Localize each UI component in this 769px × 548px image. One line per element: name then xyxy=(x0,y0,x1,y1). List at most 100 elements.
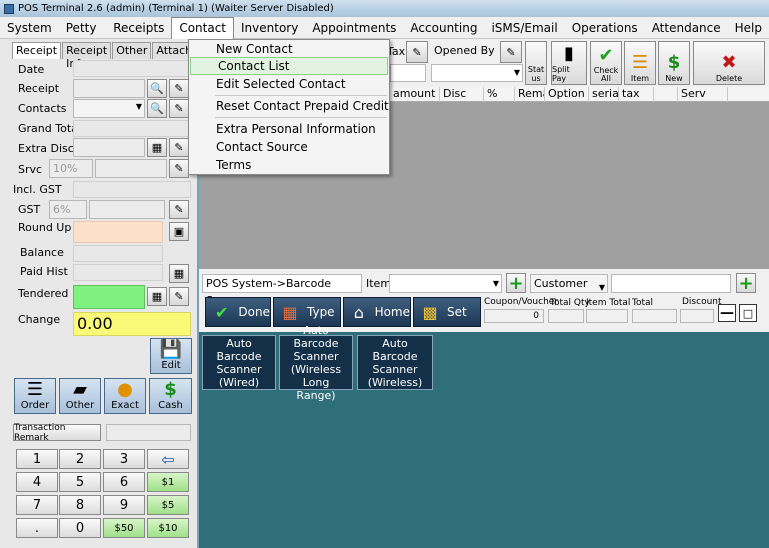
customer-field[interactable] xyxy=(611,274,731,293)
minimize-panel-button[interactable]: — xyxy=(718,304,736,322)
col-amount[interactable]: amount xyxy=(389,87,440,102)
home-button[interactable]: ⌂ Home xyxy=(343,297,411,327)
delete-button[interactable]: ✖ Delete xyxy=(693,41,765,85)
tax-field[interactable] xyxy=(390,64,426,82)
broom-icon: ✎ xyxy=(506,45,516,59)
broom-icon: ✎ xyxy=(174,102,184,115)
col-disc[interactable]: Disc xyxy=(440,87,484,102)
gst-percent-field[interactable]: 6% xyxy=(49,200,87,219)
menu-item-contact-list[interactable]: Contact List xyxy=(190,57,388,75)
cash-button[interactable]: $ Cash xyxy=(149,378,192,414)
tax-clear-button[interactable]: ✎ xyxy=(406,41,428,63)
transaction-remark-field[interactable] xyxy=(106,424,191,441)
keypad-dot[interactable]: . xyxy=(16,518,58,538)
tab-receipt[interactable]: Receipt xyxy=(12,42,62,59)
menu-item-new-contact[interactable]: New Contact xyxy=(189,40,389,58)
keypad-backspace[interactable]: ⇦ xyxy=(147,449,189,469)
keypad-4[interactable]: 4 xyxy=(16,472,58,492)
extra-disc-calc-button[interactable]: ▦ xyxy=(147,138,167,157)
contacts-clear-button[interactable]: ✎ xyxy=(169,99,189,118)
menu-inventory[interactable]: Inventory xyxy=(234,17,305,39)
add-item-button[interactable]: + xyxy=(506,273,526,294)
keypad-5-dollar[interactable]: $5 xyxy=(147,495,189,515)
round-up-field[interactable] xyxy=(73,221,163,243)
menu-attendance[interactable]: Attendance xyxy=(645,17,728,39)
done-button[interactable]: ✔ Done xyxy=(205,297,271,327)
col-percent[interactable]: % xyxy=(484,87,515,102)
extra-disc-clear-button[interactable]: ✎ xyxy=(169,138,189,157)
tendered-field[interactable] xyxy=(73,285,145,309)
col-blank[interactable] xyxy=(654,87,678,102)
extra-disc-field[interactable] xyxy=(73,138,145,157)
keypad-1[interactable]: 1 xyxy=(16,449,58,469)
maximize-panel-button[interactable]: □ xyxy=(739,304,757,322)
date-field[interactable] xyxy=(73,60,191,77)
gst-clear-button[interactable]: ✎ xyxy=(169,200,189,219)
col-tax[interactable]: tax xyxy=(619,87,654,102)
transaction-remark-button[interactable]: Transaction Remark xyxy=(13,423,101,443)
opened-by-select[interactable]: ▼ xyxy=(431,64,523,82)
receipt-field[interactable] xyxy=(73,79,145,98)
exact-button[interactable]: ● Exact xyxy=(104,378,146,414)
tendered-calc-button[interactable]: ▦ xyxy=(147,287,167,306)
keypad-6[interactable]: 6 xyxy=(103,472,145,492)
keypad-8[interactable]: 8 xyxy=(59,495,101,515)
keypad-0[interactable]: 0 xyxy=(59,518,101,538)
menu-petty-cash[interactable]: Petty Cash xyxy=(59,17,107,57)
col-serv[interactable]: Serv xyxy=(678,87,728,102)
order-button[interactable]: ☰ Order xyxy=(14,378,56,414)
item-button[interactable]: ☰ Item xyxy=(624,41,656,85)
set-button[interactable]: ▩ Set xyxy=(413,297,481,327)
col-remark[interactable]: Remark xyxy=(515,87,545,102)
check-all-button[interactable]: ✔ Check All xyxy=(590,41,622,85)
tab-receipt-info[interactable]: Receipt Info xyxy=(62,42,112,70)
menu-item-extra-personal-info[interactable]: Extra Personal Information xyxy=(189,120,389,138)
receipt-clear-button[interactable]: ✎ xyxy=(169,79,189,98)
item-select[interactable]: ▼ xyxy=(389,274,502,293)
customer-select[interactable]: Customer ▼ xyxy=(530,274,608,293)
menu-isms-email[interactable]: iSMS/Email xyxy=(484,17,564,39)
keypad-50-dollar[interactable]: $50 xyxy=(103,518,145,538)
receipt-search-button[interactable]: 🔍 xyxy=(147,79,167,98)
menu-appointments[interactable]: Appointments xyxy=(305,17,403,39)
keypad-5[interactable]: 5 xyxy=(59,472,101,492)
menu-separator xyxy=(215,117,387,118)
menu-item-contact-source[interactable]: Contact Source xyxy=(189,138,389,156)
keypad-7[interactable]: 7 xyxy=(16,495,58,515)
col-serial[interactable]: serial xyxy=(589,87,619,102)
col-option[interactable]: Option xyxy=(545,87,589,102)
paid-hist-button[interactable]: ▦ xyxy=(169,264,189,283)
edit-button[interactable]: 💾 Edit xyxy=(150,338,192,374)
add-customer-button[interactable]: + xyxy=(736,273,756,294)
keypad-1-dollar[interactable]: $1 xyxy=(147,472,189,492)
contacts-select[interactable]: ▼ xyxy=(73,99,145,118)
other-payment-button[interactable]: ▰ Other xyxy=(59,378,101,414)
status-button[interactable]: Status xyxy=(525,41,547,85)
tendered-clear-button[interactable]: ✎ xyxy=(169,287,189,306)
srvc-percent-field[interactable]: 10% xyxy=(49,159,93,178)
scanner-wireless-long-range-button[interactable]: Auto Barcode Scanner (Wireless Long Rang… xyxy=(279,324,353,402)
scanner-wireless-button[interactable]: Auto Barcode Scanner (Wireless) xyxy=(357,335,433,390)
keypad-10-dollar[interactable]: $10 xyxy=(147,518,189,538)
menu-accounting[interactable]: Accounting xyxy=(403,17,484,39)
keypad-2[interactable]: 2 xyxy=(59,449,101,469)
type-button[interactable]: ▦ Type xyxy=(273,297,341,327)
keypad-3[interactable]: 3 xyxy=(103,449,145,469)
split-pay-button[interactable]: ▮ Split Pay xyxy=(551,41,587,85)
contacts-search-button[interactable]: 🔍 xyxy=(147,99,167,118)
scanner-wired-button[interactable]: Auto Barcode Scanner (Wired) xyxy=(202,335,276,390)
round-up-button[interactable]: ▣ xyxy=(169,222,189,241)
menu-item-edit-selected-contact[interactable]: Edit Selected Contact xyxy=(189,75,389,93)
menu-contact[interactable]: Contact xyxy=(171,16,235,39)
menu-item-terms[interactable]: Terms xyxy=(189,156,389,174)
menu-operations[interactable]: Operations xyxy=(565,17,645,39)
menu-help[interactable]: Help xyxy=(728,17,769,39)
menu-system[interactable]: System xyxy=(0,17,59,39)
new-button[interactable]: $ New xyxy=(658,41,690,85)
opened-by-clear-button[interactable]: ✎ xyxy=(500,41,522,63)
keypad-9[interactable]: 9 xyxy=(103,495,145,515)
tab-other[interactable]: Other xyxy=(112,42,152,59)
menu-receipts[interactable]: Receipts xyxy=(106,17,171,39)
srvc-clear-button[interactable]: ✎ xyxy=(169,159,189,178)
menu-item-reset-prepaid-credit[interactable]: Reset Contact Prepaid Credit xyxy=(189,97,389,115)
